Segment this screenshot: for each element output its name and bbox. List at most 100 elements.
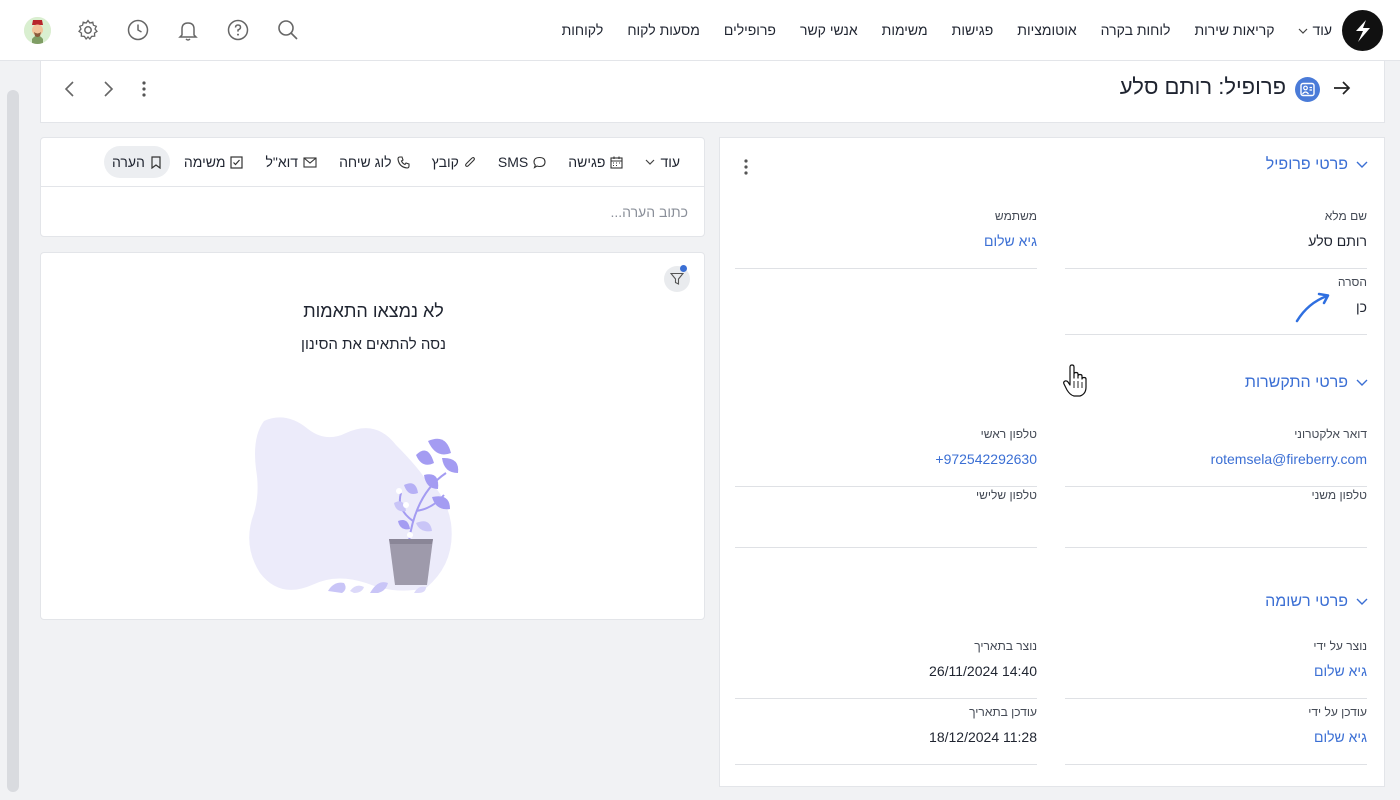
record-header: פרופיל: רותם סלע bbox=[40, 61, 1385, 123]
tab-task[interactable]: משימה bbox=[176, 146, 252, 178]
back-arrow-icon[interactable] bbox=[1330, 76, 1354, 100]
composer-tabs: הערה משימה דוא"ל לוג שיחה קובץ SMS פגישה… bbox=[103, 146, 688, 178]
tab-sms[interactable]: SMS bbox=[490, 146, 554, 178]
nav-item-profiles[interactable]: פרופילים bbox=[724, 22, 776, 38]
page-title: פרופיל: רותם סלע bbox=[1119, 74, 1286, 99]
profile-record-icon bbox=[1295, 77, 1320, 102]
field-value: רותם סלע bbox=[1308, 233, 1367, 249]
tab-label: דוא"ל bbox=[265, 154, 299, 170]
section-title-profile: פרטי פרופיל bbox=[1265, 156, 1348, 173]
field-secondary-phone[interactable]: טלפון משני bbox=[1065, 482, 1367, 548]
field-updated-by[interactable]: עודכן על ידי גיא שלום bbox=[1065, 699, 1367, 765]
activity-composer: הערה משימה דוא"ל לוג שיחה קובץ SMS פגישה… bbox=[40, 137, 705, 237]
chat-bubble-icon bbox=[533, 156, 546, 169]
nav-more-button[interactable]: עוד bbox=[1298, 22, 1332, 38]
field-created-on[interactable]: נוצר בתאריך 14:40 26/11/2024 bbox=[735, 633, 1037, 699]
tab-label: הערה bbox=[111, 154, 145, 170]
tab-call-log[interactable]: לוג שיחה bbox=[331, 146, 418, 178]
filter-icon bbox=[670, 272, 684, 285]
field-value-link[interactable]: גיא שלום bbox=[1065, 663, 1367, 679]
composer-divider bbox=[41, 186, 704, 187]
app-logo[interactable] bbox=[1342, 10, 1383, 51]
tab-label: לוג שיחה bbox=[339, 154, 392, 170]
field-label: טלפון ראשי bbox=[980, 427, 1037, 441]
clock-icon[interactable] bbox=[126, 18, 150, 42]
field-updated-on[interactable]: עודכן בתאריך 11:28 18/12/2024 bbox=[735, 699, 1037, 765]
tab-meeting[interactable]: פגישה bbox=[560, 146, 631, 178]
nav-item-contacts[interactable]: אנשי קשר bbox=[800, 22, 858, 38]
field-value: 14:40 26/11/2024 bbox=[929, 663, 1037, 679]
section-title-record: פרטי רשומה bbox=[1265, 593, 1348, 610]
field-label: משתמש bbox=[994, 209, 1037, 223]
nav-item-service-tickets[interactable]: קריאות שירות bbox=[1194, 22, 1274, 38]
field-label: דואר אלקטרוני bbox=[1294, 427, 1367, 441]
hand-cursor-icon bbox=[1063, 364, 1087, 397]
field-label: טלפון שלישי bbox=[976, 488, 1037, 502]
section-header-record[interactable]: פרטי רשומה bbox=[1265, 593, 1368, 611]
user-avatar[interactable] bbox=[24, 17, 51, 44]
field-label: נוצר על ידי bbox=[1313, 639, 1367, 653]
envelope-icon bbox=[303, 156, 317, 168]
field-email[interactable]: דואר אלקטרוני rotemsela@fireberry.com bbox=[1065, 421, 1367, 487]
tab-note[interactable]: הערה bbox=[103, 146, 170, 178]
field-label: הסרה bbox=[1337, 275, 1367, 289]
field-main-phone[interactable]: טלפון ראשי 972542292630+ bbox=[735, 421, 1037, 487]
search-icon[interactable] bbox=[276, 18, 300, 42]
activity-timeline: לא נמצאו התאמות נסה להתאים את הסינון bbox=[40, 252, 705, 620]
nav-item-tasks[interactable]: משימות bbox=[882, 22, 928, 38]
filter-button[interactable] bbox=[664, 265, 690, 292]
main-nav: לקוחות מסעות לקוח פרופילים אנשי קשר משימ… bbox=[562, 0, 1332, 60]
tab-label: SMS bbox=[497, 154, 529, 170]
tab-email[interactable]: דוא"ל bbox=[257, 146, 325, 178]
section-title-contact: פרטי התקשרות bbox=[1244, 374, 1348, 391]
page-scrollbar-thumb[interactable] bbox=[7, 90, 19, 792]
filter-active-dot bbox=[680, 265, 687, 272]
field-value: 11:28 18/12/2024 bbox=[929, 729, 1037, 745]
field-full-name[interactable]: שם מלא רותם סלע bbox=[1065, 203, 1367, 269]
bell-icon[interactable] bbox=[176, 18, 200, 42]
field-third-phone[interactable]: טלפון שלישי bbox=[735, 482, 1037, 548]
note-input[interactable] bbox=[68, 200, 688, 224]
nav-item-customer-journeys[interactable]: מסעות לקוח bbox=[627, 22, 700, 38]
tab-label: פגישה bbox=[568, 154, 606, 170]
chevron-down-icon bbox=[1299, 28, 1308, 34]
field-label: שם מלא bbox=[1324, 209, 1367, 223]
field-value-link[interactable]: גיא שלום bbox=[735, 233, 1037, 249]
chevron-down-icon bbox=[1356, 598, 1368, 605]
top-navigation: לקוחות מסעות לקוח פרופילים אנשי קשר משימ… bbox=[0, 0, 1400, 61]
section-header-contact[interactable]: פרטי התקשרות bbox=[1245, 374, 1368, 392]
gear-icon[interactable] bbox=[76, 18, 100, 42]
chevron-down-icon bbox=[1356, 379, 1368, 386]
tab-file[interactable]: קובץ bbox=[424, 146, 484, 178]
nav-item-customers[interactable]: לקוחות bbox=[562, 22, 604, 38]
field-created-by[interactable]: נוצר על ידי גיא שלום bbox=[1065, 633, 1367, 699]
tab-label: קובץ bbox=[431, 154, 459, 170]
field-user[interactable]: משתמש גיא שלום bbox=[735, 203, 1037, 269]
tab-label: משימה bbox=[183, 154, 226, 170]
phone-icon bbox=[397, 155, 410, 169]
annotation-arrow-icon bbox=[1295, 292, 1330, 323]
field-value-link[interactable]: 972542292630+ bbox=[735, 451, 1037, 467]
field-value-link[interactable]: גיא שלום bbox=[1065, 729, 1367, 745]
checkbox-icon bbox=[230, 155, 244, 169]
chevron-down-icon bbox=[646, 159, 655, 165]
next-record-icon[interactable] bbox=[96, 77, 120, 101]
kebab-menu-icon[interactable] bbox=[132, 77, 156, 101]
logo-mark-icon bbox=[1356, 20, 1370, 42]
section-header-profile[interactable]: פרטי פרופיל bbox=[1266, 156, 1368, 174]
field-value-link[interactable]: rotemsela@fireberry.com bbox=[1065, 451, 1367, 467]
tab-more[interactable]: עוד bbox=[637, 146, 688, 178]
help-icon[interactable] bbox=[226, 18, 250, 42]
field-label: עודכן על ידי bbox=[1308, 705, 1367, 719]
empty-state-title: לא נמצאו התאמות bbox=[303, 301, 444, 321]
nav-more-label: עוד bbox=[1312, 22, 1332, 38]
field-label: טלפון משני bbox=[1311, 488, 1367, 502]
chevron-down-icon bbox=[1356, 161, 1368, 168]
section-menu-icon[interactable] bbox=[738, 155, 754, 179]
previous-record-icon[interactable] bbox=[58, 77, 82, 101]
nav-item-automations[interactable]: אוטומציות bbox=[1017, 22, 1076, 38]
nav-item-meetings[interactable]: פגישות bbox=[952, 22, 994, 38]
field-label: נוצר בתאריך bbox=[974, 639, 1037, 653]
bookmark-icon bbox=[151, 155, 161, 169]
nav-item-dashboards[interactable]: לוחות בקרה bbox=[1101, 22, 1171, 38]
